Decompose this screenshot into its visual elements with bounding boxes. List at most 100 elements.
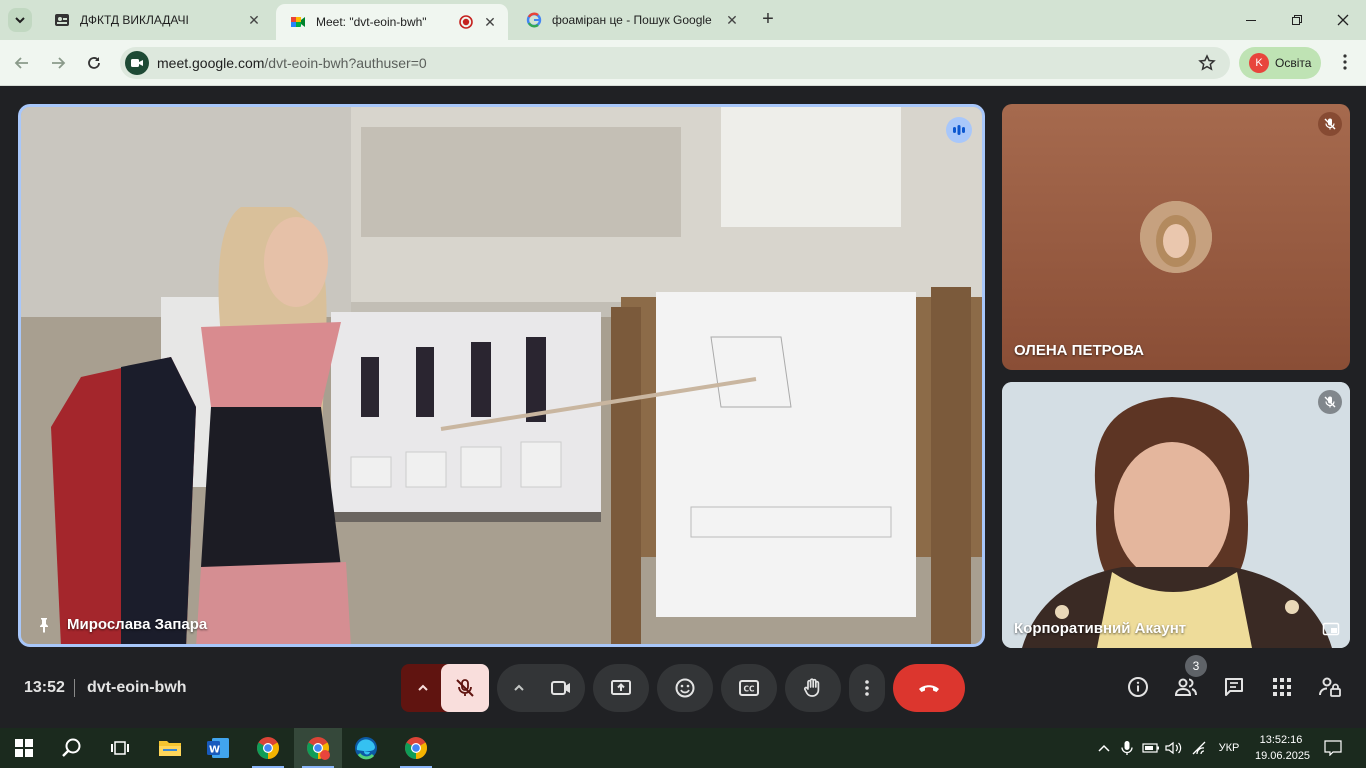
edge-icon [355,737,377,760]
tray-battery[interactable] [1141,728,1161,768]
close-tab-icon[interactable]: ✕ [244,10,264,30]
participant-tile[interactable]: Корпоративний Акаунт [1002,382,1350,648]
pin-icon[interactable] [36,617,52,633]
present-button[interactable] [593,664,649,712]
back-button[interactable] [10,51,34,75]
participant-video [1002,382,1350,648]
browser-toolbar: meet.google.com/dvt-eoin-bwh?authuser=0 … [0,40,1366,86]
taskbar-clock[interactable]: 13:52:16 19.06.2025 [1255,732,1311,764]
camera-control-group [497,664,585,712]
show-hidden-icons[interactable] [1094,728,1114,768]
taskbar-file-explorer[interactable] [146,728,194,768]
wifi-icon [1192,741,1206,755]
folder-icon [159,741,181,756]
meet-icon [291,17,305,27]
captions-button[interactable]: CC [721,664,777,712]
taskbar-chrome[interactable] [244,728,292,768]
windows-icon [15,739,33,757]
lock-person-icon [1319,677,1341,697]
activities-button[interactable] [1270,675,1294,699]
microphone-icon [1121,741,1133,755]
participant-avatar [1140,201,1212,273]
emoji-icon [675,678,695,698]
profile-button[interactable]: K Освіта [1239,47,1321,79]
task-view-button[interactable] [96,728,144,768]
site-info-button[interactable] [125,51,149,75]
new-tab-button[interactable]: + [758,9,778,30]
more-options-button[interactable] [849,664,885,712]
audio-level-icon [953,125,965,135]
more-vertical-icon [865,680,869,696]
people-icon [1174,678,1197,696]
audio-options-button[interactable] [401,664,445,712]
people-button[interactable] [1174,675,1198,699]
classroom-video-scene [21,107,982,644]
restore-button[interactable] [1274,0,1320,40]
taskbar-chrome-2[interactable] [392,728,440,768]
notifications-button[interactable] [1318,728,1348,768]
chrome-icon [405,737,427,759]
taskbar-chrome-profile[interactable] [294,728,342,768]
muted-indicator [1318,112,1342,136]
participant-tile[interactable]: ОЛЕНА ПЕТРОВА [1002,104,1350,370]
tab-google-search[interactable]: фоаміран це - Пошук Google ✕ [512,0,750,40]
word-icon: W [207,738,229,758]
mic-off-icon [1324,396,1336,408]
reactions-button[interactable] [657,664,713,712]
main-video-tile[interactable]: Мирослава Запара [18,104,985,647]
camera-toggle-button[interactable] [537,664,585,712]
minimize-button[interactable] [1228,0,1274,40]
meeting-details-button[interactable] [1126,675,1150,699]
close-window-button[interactable] [1320,0,1366,40]
present-screen-icon [611,680,631,695]
close-tab-icon[interactable]: ✕ [722,10,742,30]
windows-taskbar: W УКР 13:52:16 19.06.2025 [0,728,1366,768]
close-tab-icon[interactable]: ✕ [480,12,500,32]
chevron-up-icon [418,684,428,691]
search-icon [62,738,81,757]
meeting-clock: 13:52 [24,679,65,696]
recording-icon [459,15,473,29]
tab-search-button[interactable] [8,8,32,32]
leave-call-button[interactable] [893,664,965,712]
url-text: meet.google.com/dvt-eoin-bwh?authuser=0 [157,55,427,71]
tab-dfktd[interactable]: ДФКТД ВИКЛАДАЧІ ✕ [40,0,272,40]
tray-microphone[interactable] [1118,728,1136,768]
avatar-photo [1140,201,1212,273]
tray-volume[interactable] [1164,728,1184,768]
mic-toggle-button[interactable] [441,664,489,712]
notification-icon [1324,740,1342,756]
battery-plug-icon [1142,743,1159,753]
mic-control-group [401,664,489,712]
hand-icon [803,678,820,697]
video-options-button[interactable] [497,664,541,712]
camera-icon [551,681,570,695]
raise-hand-button[interactable] [785,664,841,712]
chevron-up-icon [1098,744,1110,752]
taskbar-word[interactable]: W [194,728,242,768]
arrow-left-icon [14,57,28,69]
hang-up-icon [919,685,939,692]
tray-language[interactable]: УКР [1216,728,1242,768]
picture-in-picture-icon[interactable] [1322,620,1340,638]
chat-button[interactable] [1222,675,1246,699]
host-controls-button[interactable] [1318,675,1342,699]
start-button[interactable] [0,728,48,768]
taskbar-edge[interactable] [342,728,390,768]
chrome-icon [307,737,330,760]
tab-meet[interactable]: Meet: "dvt-eoin-bwh" ✕ [276,4,508,40]
address-bar[interactable]: meet.google.com/dvt-eoin-bwh?authuser=0 [120,47,1230,79]
tab-title: фоаміран це - Пошук Google [552,13,712,27]
bookmark-button[interactable] [1198,54,1216,77]
reload-button[interactable] [82,51,106,75]
close-icon [1337,14,1349,26]
forward-button[interactable] [46,51,70,75]
participant-name: Мирослава Запара [67,616,208,633]
browser-tab-strip: ДФКТД ВИКЛАДАЧІ ✕ Meet: "dvt-eoin-bwh" ✕… [0,0,1366,40]
avatar: K [1249,53,1269,73]
taskbar-date: 19.06.2025 [1255,750,1311,762]
browser-menu-icon[interactable] [1336,53,1354,71]
closed-captions-icon: CC [739,680,759,696]
tray-network[interactable] [1190,728,1210,768]
search-button[interactable] [48,728,96,768]
